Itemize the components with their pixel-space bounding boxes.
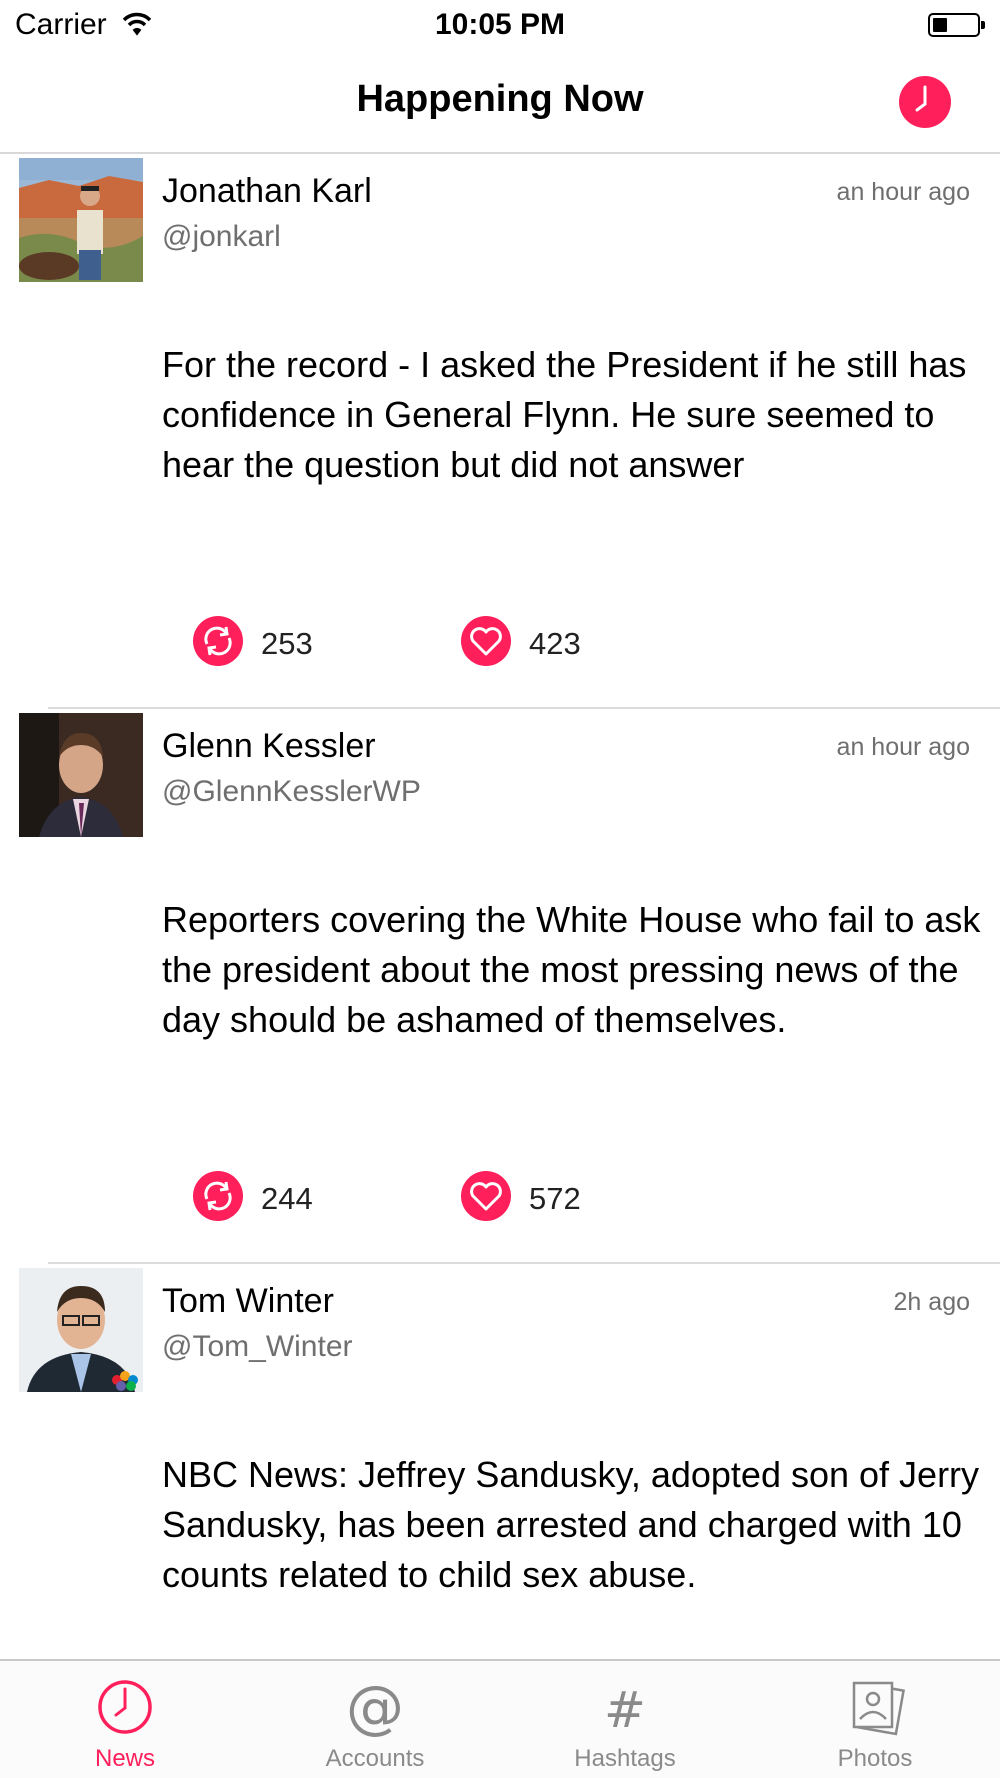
status-time: 10:05 PM xyxy=(434,8,566,41)
tweet-timestamp: an hour ago xyxy=(836,733,970,761)
tweet-card[interactable]: Tom Winter @Tom_Winter 2h ago NBC News: … xyxy=(0,1264,1000,1659)
tab-photos[interactable]: Photos xyxy=(750,1661,1000,1778)
tweet-feed[interactable]: Jonathan Karl @jonkarl an hour ago For t… xyxy=(0,154,1000,1659)
tweet-text: For the record - I asked the President i… xyxy=(162,344,967,485)
tab-news-label: News xyxy=(94,1745,155,1772)
heart-icon xyxy=(461,616,511,666)
tweet-card[interactable]: Jonathan Karl @jonkarl an hour ago For t… xyxy=(0,154,1000,709)
tweet-author-name: Jonathan Karl xyxy=(162,172,372,210)
svg-text:#: # xyxy=(604,1681,646,1737)
nav-bar: Happening Now xyxy=(0,50,1000,154)
at-sign-icon: @ xyxy=(346,1675,404,1737)
tab-hashtags-label: Hashtags xyxy=(574,1745,676,1772)
tweet-timestamp: an hour ago xyxy=(836,178,970,206)
tab-bar: News @ Accounts # Hashtags Photos xyxy=(0,1659,1000,1778)
tab-hashtags[interactable]: # Hashtags xyxy=(500,1661,750,1778)
status-bar: Carrier 10:05 PM xyxy=(0,0,1000,50)
tab-news[interactable]: News xyxy=(0,1661,250,1778)
retweet-count: 253 xyxy=(261,626,313,661)
tweet-author-name: Tom Winter xyxy=(162,1282,334,1320)
tweet-text: NBC News: Jeffrey Sandusky, adopted son … xyxy=(162,1454,980,1595)
like-count: 423 xyxy=(529,626,581,661)
tweet-author-name: Glenn Kessler xyxy=(162,727,376,765)
tweet-text: Reporters covering the White House who f… xyxy=(162,899,981,1040)
retweet-icon xyxy=(193,1171,243,1221)
retweet-icon xyxy=(193,616,243,666)
hashtag-icon: # xyxy=(604,1681,646,1737)
tweet-card[interactable]: Glenn Kessler @GlennKesslerWP an hour ag… xyxy=(0,709,1000,1264)
page-title: Happening Now xyxy=(356,78,644,120)
tweet-author-handle: @GlennKesslerWP xyxy=(162,775,421,808)
tab-photos-label: Photos xyxy=(837,1745,913,1772)
photos-icon xyxy=(852,1681,905,1736)
svg-text:@: @ xyxy=(346,1675,404,1737)
tab-accounts[interactable]: @ Accounts xyxy=(250,1661,500,1778)
like-count: 572 xyxy=(529,1181,581,1216)
tweet-author-handle: @Tom_Winter xyxy=(162,1330,353,1363)
clock-icon xyxy=(98,1680,152,1734)
tab-accounts-label: Accounts xyxy=(325,1745,425,1772)
battery-icon xyxy=(928,13,985,37)
tweet-timestamp: 2h ago xyxy=(893,1288,970,1316)
retweet-count: 244 xyxy=(261,1181,313,1216)
tweet-author-handle: @jonkarl xyxy=(162,220,281,253)
heart-icon xyxy=(461,1171,511,1221)
clock-icon[interactable] xyxy=(899,76,951,128)
avatar[interactable] xyxy=(19,158,143,282)
avatar[interactable] xyxy=(19,1268,143,1392)
avatar[interactable] xyxy=(19,713,143,837)
